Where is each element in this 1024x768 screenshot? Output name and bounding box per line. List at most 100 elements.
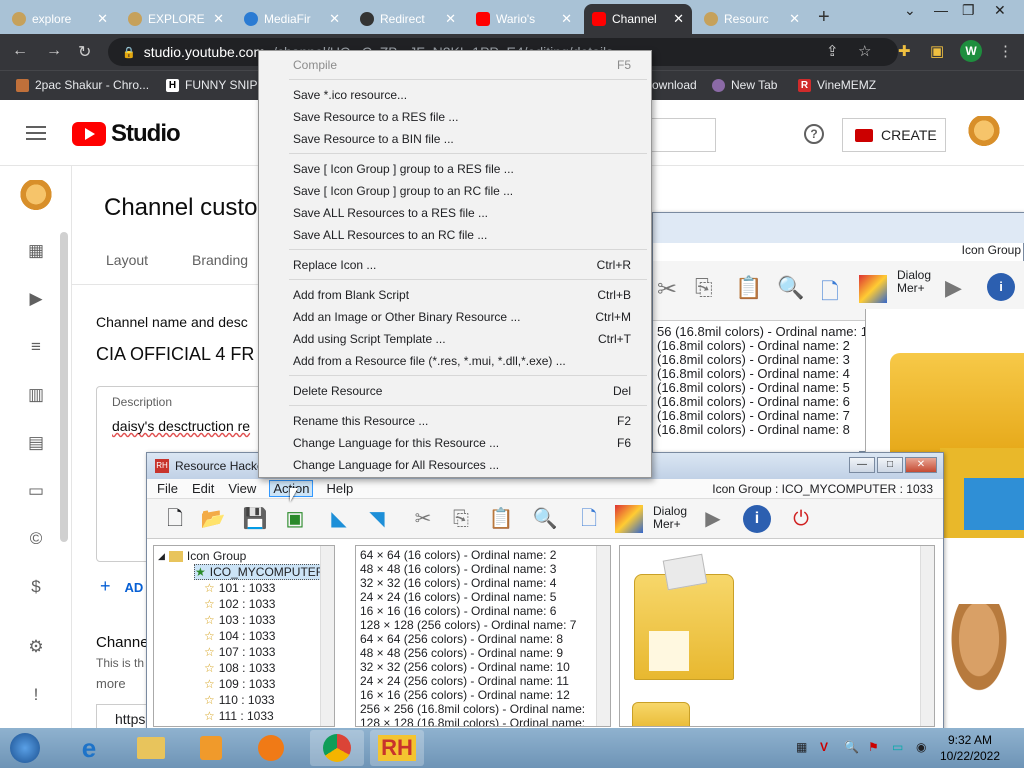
bookmark-item[interactable]: 2pac Shakur - Chro... [16, 78, 149, 92]
browser-tab[interactable]: Redirect ✕ [352, 4, 464, 34]
copy-icon[interactable]: ⎘ [695, 275, 713, 301]
description-text[interactable]: daisy's desctruction re [112, 418, 250, 434]
list-item[interactable]: 24 × 24 (256 colors) - Ordinal name: 11 [360, 674, 569, 688]
browser-tab[interactable]: explore ✕ [4, 4, 116, 34]
list-item[interactable]: (16.8mil colors) - Ordinal name: 4 [657, 367, 850, 381]
tree-node[interactable]: ☆ 109 : 1033 [204, 676, 275, 692]
maximize-button[interactable]: □ [877, 457, 903, 473]
tray-network-icon[interactable]: ▦ [796, 740, 807, 754]
list-scrollbar[interactable] [596, 546, 610, 726]
monetization-icon[interactable]: $ [26, 578, 46, 596]
scissors-icon[interactable]: ✂ [657, 275, 677, 304]
tree-node[interactable]: ☆ 110 : 1033 [204, 692, 275, 708]
menu-item-change-language-all[interactable]: Change Language for All Resources ... [293, 455, 631, 475]
tree-node[interactable]: ☆ 107 : 1033 [204, 644, 275, 660]
menu-item-add-template[interactable]: Add using Script Template ... Ctrl+T [293, 329, 631, 349]
menu-item-save-bin[interactable]: Save Resource to a BIN file ... [293, 129, 631, 149]
side-panel-icon[interactable]: ▣ [930, 42, 944, 60]
start-button[interactable] [0, 730, 50, 766]
resource-tree[interactable]: ◢ Icon Group ★ ICO_MYCOMPUTER ☆ 101 : 103… [153, 545, 335, 727]
menu-file[interactable]: File [157, 481, 178, 496]
new-resource-icon[interactable]: 🗋 [821, 275, 839, 313]
list-item[interactable]: 128 × 128 (16.8mil colors) - Ordinal nam… [360, 716, 585, 726]
list-item[interactable]: 48 × 48 (16 colors) - Ordinal name: 3 [360, 562, 556, 576]
taskbar-app[interactable] [244, 730, 298, 766]
close-button[interactable]: ✕ [905, 457, 937, 473]
tree-node[interactable]: ☆ 101 : 1033 [204, 580, 275, 596]
resource-list[interactable]: 64 × 64 (16 colors) - Ordinal name: 2 48… [355, 545, 611, 727]
tab-layout[interactable]: Layout [106, 252, 148, 268]
info-icon[interactable]: i [987, 273, 1015, 301]
close-icon[interactable]: ✕ [673, 11, 684, 27]
browser-tab[interactable]: MediaFir ✕ [236, 4, 348, 34]
menu-view[interactable]: View [228, 481, 256, 496]
close-icon[interactable]: ✕ [561, 11, 572, 27]
add-image-icon[interactable] [859, 275, 887, 303]
bookmark-item[interactable]: R VineMEMZ [798, 78, 876, 92]
content-icon[interactable]: ▶ [26, 290, 46, 308]
list-item[interactable]: 128 × 128 (256 colors) - Ordinal name: 7 [360, 618, 576, 632]
hamburger-menu-icon[interactable] [26, 126, 46, 140]
list-item[interactable]: (16.8mil colors) - Ordinal name: 2 [657, 339, 850, 353]
tree-scrollbar[interactable] [320, 546, 334, 726]
minimize-button[interactable]: — [849, 457, 875, 473]
bookmark-item[interactable]: H FUNNY SNIP [166, 78, 257, 92]
extensions-icon[interactable]: ✚ [898, 42, 911, 60]
tray-display-icon[interactable]: ▭ [892, 740, 903, 754]
add-image-icon[interactable] [615, 505, 643, 533]
new-resource-icon[interactable]: 🗋 [575, 505, 603, 533]
menu-item-save-res[interactable]: Save Resource to a RES file ... [293, 107, 631, 127]
paste-icon[interactable]: 📋 [487, 505, 515, 533]
browser-tab-active[interactable]: Channel ✕ [584, 4, 692, 34]
menu-item-rename[interactable]: Rename this Resource ... F2 [293, 411, 631, 431]
close-icon[interactable]: ✕ [213, 11, 224, 27]
menu-item-save-group-rc[interactable]: Save [ Icon Group ] group to an RC file … [293, 181, 631, 201]
menu-item-save-all-rc[interactable]: Save ALL Resources to an RC file ... [293, 225, 631, 245]
taskbar-explorer[interactable] [124, 730, 178, 766]
tree-node[interactable]: ☆ 111 : 1033 [204, 708, 274, 724]
list-item[interactable]: 16 × 16 (256 colors) - Ordinal name: 12 [360, 688, 570, 702]
playlists-icon[interactable]: ≡ [26, 338, 46, 356]
info-icon[interactable]: i [743, 505, 771, 533]
list-item[interactable]: (16.8mil colors) - Ordinal name: 7 [657, 409, 850, 423]
list-item[interactable]: 256 × 256 (16.8mil colors) - Ordinal nam… [360, 702, 585, 716]
menu-item-add-blank-script[interactable]: Add from Blank Script Ctrl+B [293, 285, 631, 305]
tree-node[interactable]: ☆ 102 : 1033 [204, 596, 275, 612]
more-link[interactable]: more [96, 676, 126, 691]
tree-node[interactable]: ☆ 108 : 1033 [204, 660, 275, 676]
list-item[interactable]: 32 × 32 (256 colors) - Ordinal name: 10 [360, 660, 570, 674]
tab-search-icon[interactable]: ⌄ [904, 2, 916, 19]
play-icon[interactable]: ▶ [945, 275, 962, 301]
list-item[interactable]: (16.8mil colors) - Ordinal name: 6 [657, 395, 850, 409]
close-icon[interactable]: ✕ [329, 11, 340, 27]
copy-icon[interactable]: ⎘ [447, 505, 475, 533]
share-icon[interactable]: ⇪ [826, 42, 839, 60]
channel-avatar[interactable] [18, 180, 54, 216]
add-language-button[interactable]: + AD [100, 576, 143, 597]
open-folder-icon[interactable]: 📂 [199, 505, 227, 533]
dashboard-icon[interactable]: ▦ [26, 242, 46, 260]
analytics-icon[interactable]: ▥ [26, 386, 46, 404]
channel-name-value[interactable]: CIA OFFICIAL 4 FR [96, 344, 254, 365]
save-icon[interactable]: 💾 [241, 505, 269, 533]
reload-icon[interactable]: ↻ [78, 42, 91, 62]
feedback-icon[interactable]: ! [26, 686, 46, 704]
tree-node-selected[interactable]: ★ ICO_MYCOMPUTER [194, 564, 326, 580]
back-icon[interactable]: ← [12, 42, 28, 60]
menu-item-delete[interactable]: Delete Resource Del [293, 381, 631, 401]
tray-antivirus-icon[interactable]: V [820, 740, 828, 754]
new-tab-button[interactable]: + [818, 6, 830, 29]
restore-icon[interactable]: ❐ [962, 2, 975, 19]
tree-node[interactable]: ☆ 104 : 1033 [204, 628, 275, 644]
taskbar-ie[interactable]: e [62, 730, 116, 766]
list-item[interactable]: 16 × 16 (16 colors) - Ordinal name: 6 [360, 604, 556, 618]
menu-item-replace-icon[interactable]: Replace Icon ... Ctrl+R [293, 255, 631, 275]
forward-arrow-icon[interactable]: ◥ [363, 505, 391, 533]
list-item[interactable]: 64 × 64 (16 colors) - Ordinal name: 2 [360, 548, 556, 562]
sidebar-scrollbar[interactable] [60, 232, 68, 542]
help-icon[interactable]: ? [804, 124, 824, 144]
menu-item-save-group-res[interactable]: Save [ Icon Group ] group to a RES file … [293, 159, 631, 179]
tree-node[interactable]: ◢ Icon Group [158, 548, 246, 564]
power-icon[interactable]: ⏻ [787, 505, 815, 533]
tray-search-icon[interactable]: 🔍 [844, 740, 859, 754]
